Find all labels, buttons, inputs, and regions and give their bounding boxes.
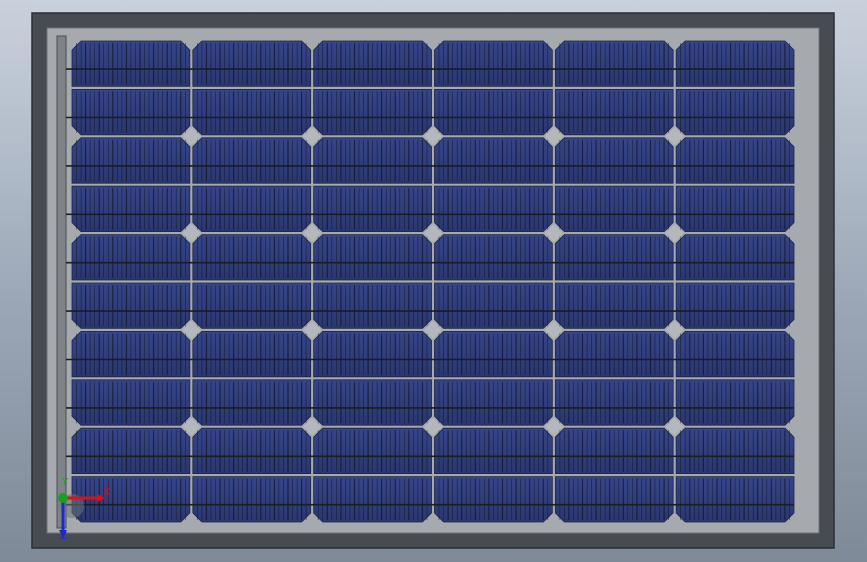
solar-cell (313, 379, 432, 426)
solar-cell (675, 427, 795, 475)
solar-cell (71, 89, 191, 136)
solar-cell (675, 330, 795, 378)
solar-cell (554, 379, 674, 426)
solar-cell (675, 89, 795, 136)
solar-cell (554, 282, 674, 329)
solar-cell (192, 234, 312, 281)
solar-cell (71, 427, 191, 475)
solar-cell (192, 40, 312, 87)
solar-cell (313, 185, 432, 233)
solar-cell (554, 185, 674, 233)
solar-panel-model[interactable] (0, 0, 867, 562)
solar-cell (313, 476, 432, 523)
solar-cell (313, 234, 432, 281)
graphics-viewport[interactable]: X Y Z (0, 0, 867, 562)
solar-cell (434, 379, 553, 426)
solar-cell (313, 427, 432, 475)
solar-cell (675, 379, 795, 426)
solar-cell (554, 89, 674, 136)
solar-cell (71, 234, 191, 281)
solar-cell (192, 185, 312, 233)
solar-cell (71, 379, 191, 426)
solar-cell (313, 330, 432, 378)
solar-cell (554, 137, 674, 184)
solar-cell (554, 40, 674, 87)
solar-cell (434, 40, 553, 87)
solar-cell (71, 330, 191, 378)
solar-cell (192, 89, 312, 136)
y-axis-dot (58, 493, 68, 503)
solar-cell (71, 40, 191, 87)
solar-cell (313, 40, 432, 87)
solar-cell (192, 330, 312, 378)
solar-cell (554, 234, 674, 281)
axis-triad: X Y Z (50, 478, 120, 544)
z-axis-label: Z (60, 531, 67, 542)
solar-cell (192, 427, 312, 475)
solar-cell (192, 282, 312, 329)
solar-cell (434, 137, 553, 184)
solar-cell (434, 89, 553, 136)
panel-edge-rail (56, 35, 67, 529)
solar-cell (554, 330, 674, 378)
x-axis-label: X (103, 487, 110, 498)
solar-cell (434, 476, 553, 523)
solar-cell (192, 379, 312, 426)
solar-cell (434, 330, 553, 378)
solar-cell (313, 137, 432, 184)
solar-cell (192, 137, 312, 184)
solar-cell (675, 137, 795, 184)
solar-cell (675, 282, 795, 329)
solar-cell (675, 40, 795, 87)
solar-cell (313, 282, 432, 329)
solar-cell (71, 185, 191, 233)
solar-cell (71, 282, 191, 329)
solar-cell (434, 234, 553, 281)
solar-cell (554, 476, 674, 523)
solar-cell (313, 89, 432, 136)
solar-cell (675, 476, 795, 523)
solar-cell (675, 185, 795, 233)
y-axis-label: Y (62, 477, 69, 488)
solar-cell (434, 185, 553, 233)
solar-cell (434, 427, 553, 475)
solar-cell (675, 234, 795, 281)
solar-cell (554, 427, 674, 475)
solar-cell (71, 137, 191, 184)
solar-cell (434, 282, 553, 329)
solar-cell (192, 476, 312, 523)
